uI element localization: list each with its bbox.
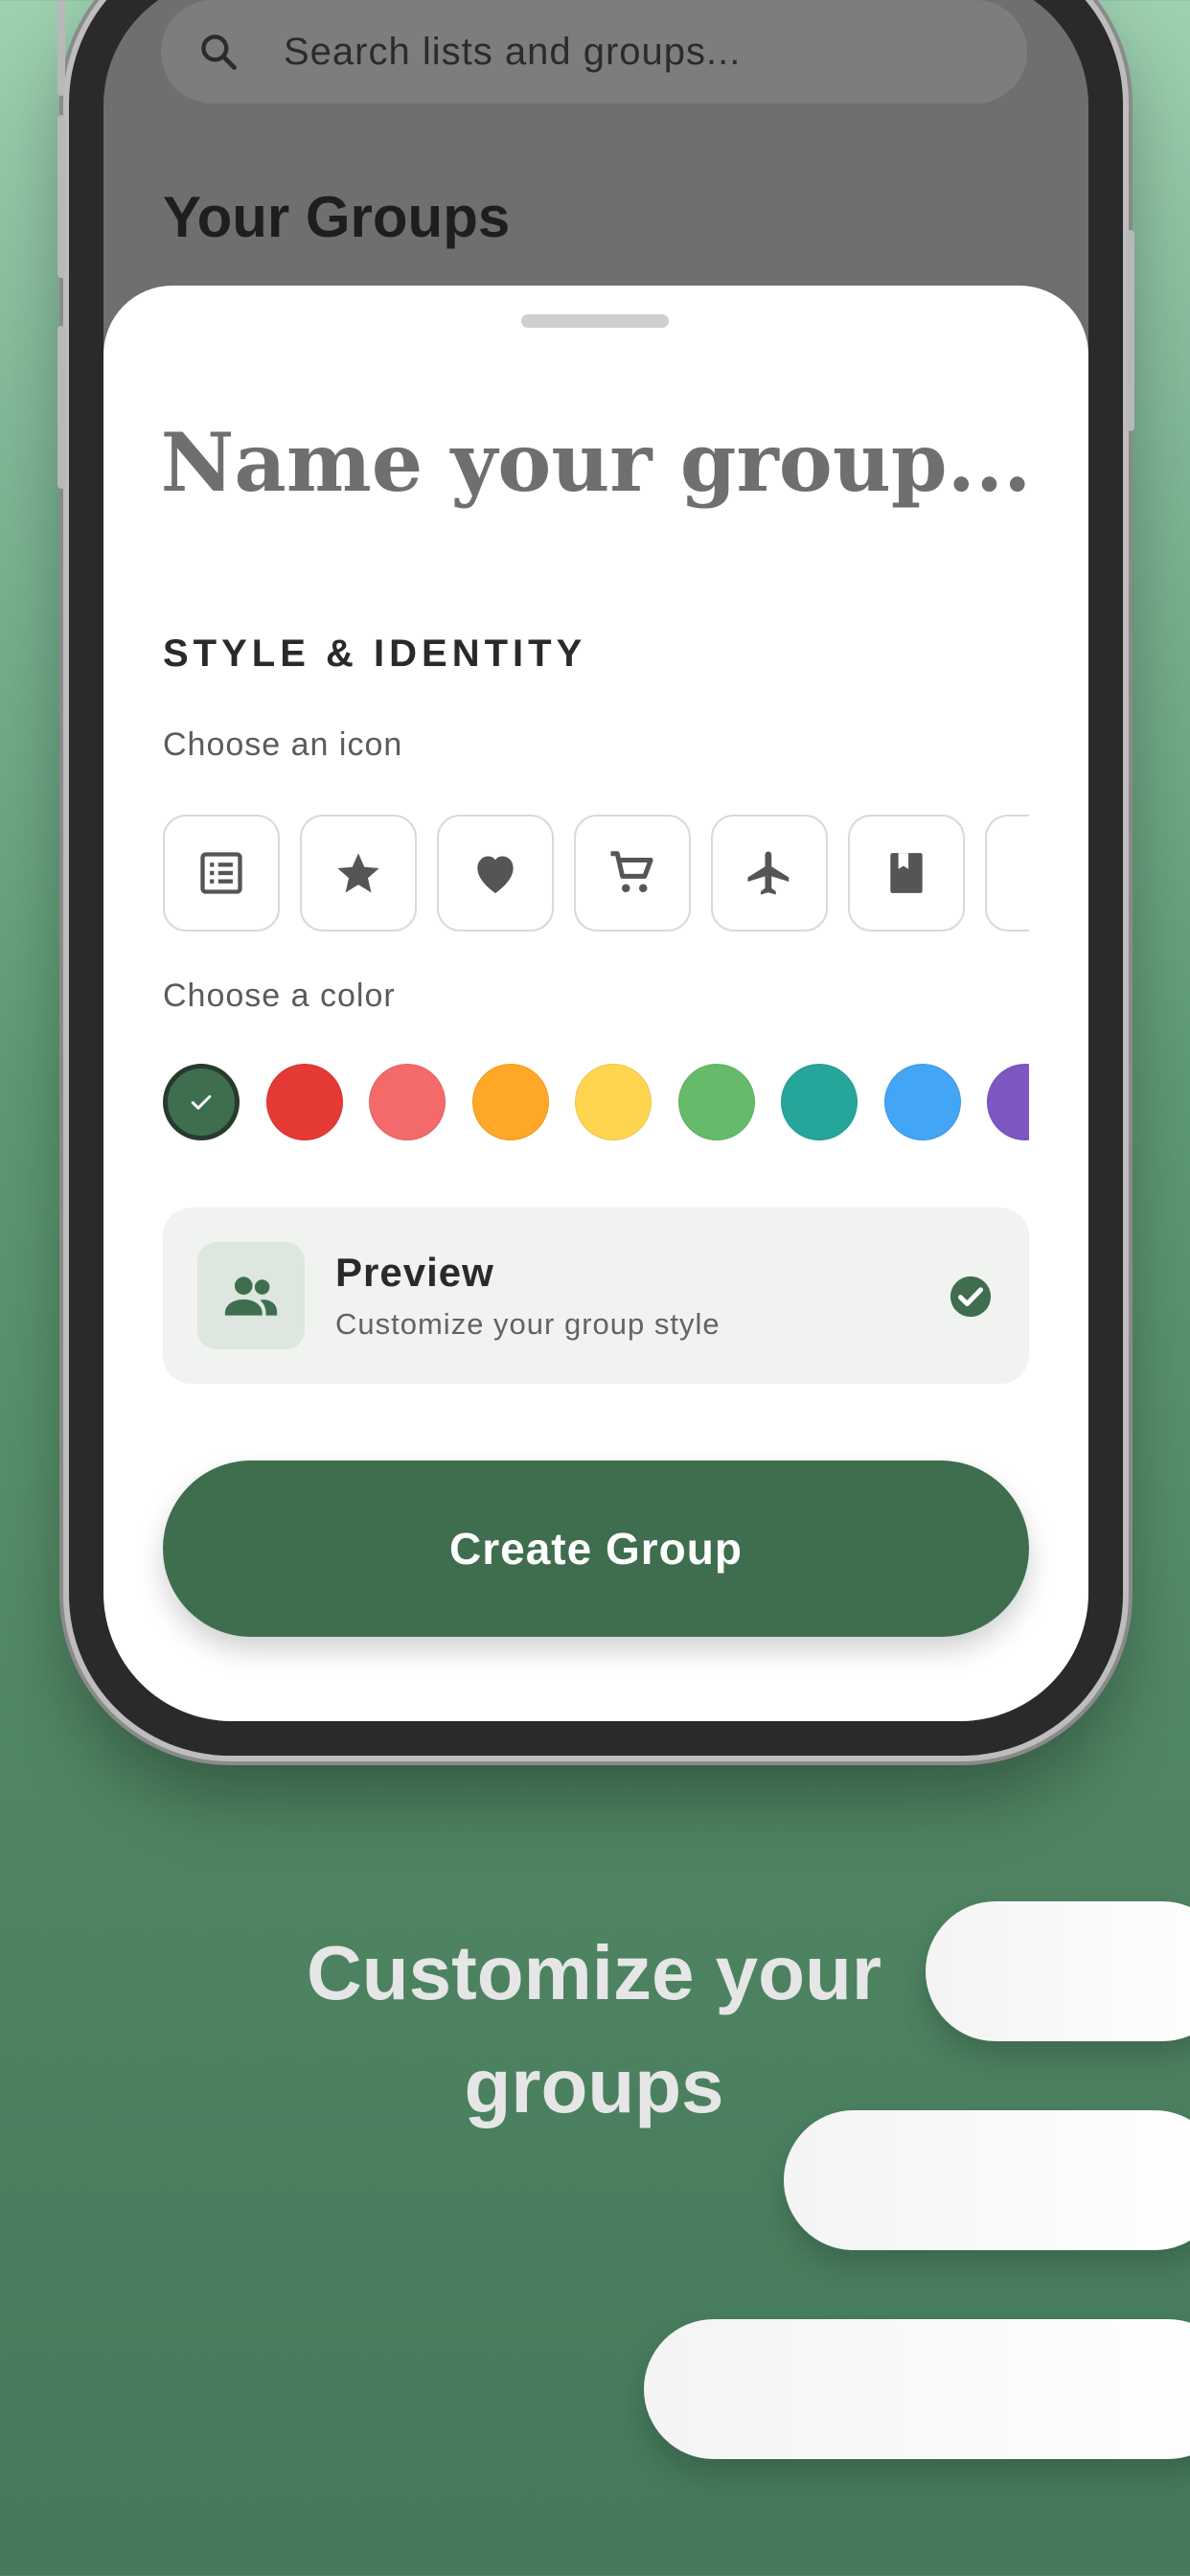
heart-icon	[477, 856, 514, 893]
create-group-sheet: Name your group... STYLE & IDENTITY Choo…	[103, 286, 1088, 1721]
phone-side-button	[57, 0, 65, 96]
cart-icon	[610, 851, 653, 893]
icon-option-star[interactable]	[300, 815, 417, 932]
color-swatch[interactable]	[471, 1064, 549, 1140]
sheet-drag-handle[interactable]	[521, 314, 669, 328]
preview-group-avatar	[197, 1242, 305, 1349]
color-swatch[interactable]	[369, 1064, 446, 1140]
icon-option-airplane[interactable]	[711, 815, 828, 932]
search-input[interactable]: Search lists and groups...	[161, 0, 1027, 104]
color-swatch[interactable]	[575, 1064, 652, 1140]
style-identity-heading: STYLE & IDENTITY	[163, 632, 587, 675]
phone-screen: Search lists and groups... Your Groups N…	[103, 0, 1088, 1721]
color-swatch[interactable]	[677, 1064, 755, 1140]
color-swatch[interactable]	[883, 1064, 961, 1140]
color-swatch[interactable]	[265, 1064, 343, 1140]
phone-volume-down-button	[57, 326, 65, 489]
decorative-pill	[926, 1901, 1190, 2041]
preview-card: Preview Customize your group style	[163, 1208, 1029, 1384]
decorative-pill	[644, 2319, 1190, 2459]
group-name-input[interactable]: Name your group...	[103, 415, 1088, 510]
airplane-icon	[747, 851, 790, 895]
icon-option-cart[interactable]	[574, 815, 691, 932]
preview-title: Preview	[335, 1250, 494, 1295]
color-picker	[163, 1062, 1029, 1142]
decorative-pill	[784, 2110, 1190, 2250]
color-swatch[interactable]	[163, 1064, 240, 1140]
check-circle-icon	[950, 1276, 992, 1318]
icon-option-heart[interactable]	[437, 815, 554, 932]
promo-headline: Customize your groups	[172, 1917, 1016, 2143]
star-icon	[337, 853, 379, 893]
your-groups-heading: Your Groups	[163, 185, 511, 249]
search-placeholder: Search lists and groups...	[284, 30, 742, 73]
icon-option-list[interactable]	[163, 815, 280, 932]
preview-subtitle: Customize your group style	[335, 1307, 721, 1341]
promo-headline-line1: Customize your	[306, 1930, 882, 2015]
color-swatch[interactable]	[781, 1064, 858, 1140]
list-icon	[200, 852, 242, 894]
choose-icon-label: Choose an icon	[163, 726, 403, 763]
icon-option-book[interactable]	[848, 815, 965, 932]
icon-option-more[interactable]	[985, 815, 1029, 932]
search-icon	[201, 34, 237, 70]
people-icon	[224, 1276, 278, 1316]
check-icon	[191, 1094, 212, 1110]
create-group-button[interactable]: Create Group	[163, 1460, 1029, 1637]
icon-picker	[163, 815, 1029, 932]
phone-frame: Search lists and groups... Your Groups N…	[57, 0, 1134, 1756]
phone-volume-up-button	[57, 115, 65, 278]
choose-color-label: Choose a color	[163, 978, 396, 1014]
phone-power-button	[1127, 230, 1134, 431]
color-swatch[interactable]	[987, 1064, 1029, 1140]
book-icon	[890, 853, 923, 893]
